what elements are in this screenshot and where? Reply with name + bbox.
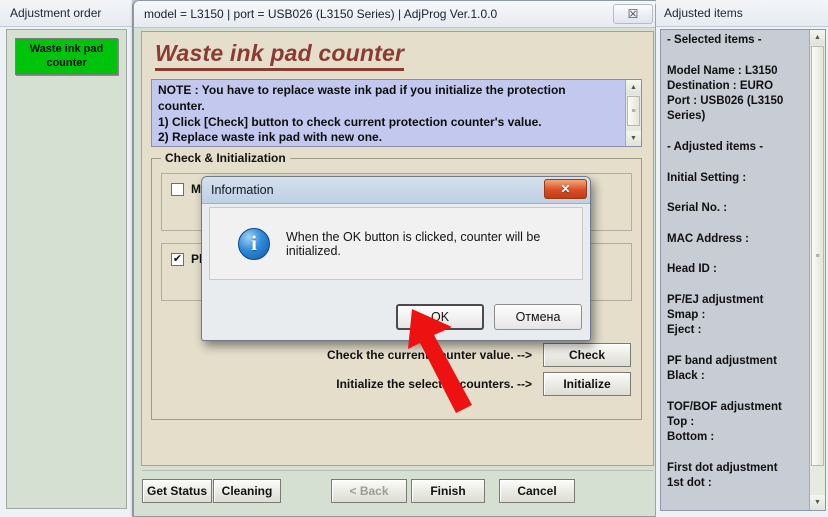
order-item-waste-ink-pad-counter[interactable]: Waste ink pad counter [15, 38, 118, 75]
dialog-titlebar: Information ✕ [202, 177, 590, 204]
close-icon[interactable]: ☒ [613, 4, 653, 24]
check-action-row: Check the current counter value. --> Che… [327, 343, 631, 367]
adjusted-items-header: Adjusted items [656, 0, 828, 27]
adjusted-items-scrollbar[interactable]: ▲ ≡ ▼ [809, 30, 825, 510]
information-dialog: Information ✕ i When the OK button is cl… [201, 176, 591, 341]
initialize-action-label: Initialize the selected counters. --> [336, 377, 532, 391]
get-status-button[interactable]: Get Status [142, 479, 212, 503]
note-textbox[interactable]: NOTE : You have to replace waste ink pad… [151, 79, 642, 147]
scroll-down-icon[interactable]: ▼ [626, 131, 641, 146]
checkbox-platen-pad-counter[interactable]: ✔ [171, 252, 184, 266]
footer-button-bar: Get Status Cleaning < Back Finish Cancel [142, 475, 653, 507]
dialog-title: Information [211, 183, 274, 197]
note-text: NOTE : You have to replace waste ink pad… [158, 83, 566, 145]
adjustment-order-list: Waste ink pad counter [6, 29, 127, 509]
initialize-button[interactable]: Initialize [543, 372, 631, 396]
adjustment-order-header: Adjustment order [0, 0, 132, 27]
scroll-up-icon[interactable]: ▲ [626, 80, 641, 95]
check-action-label: Check the current counter value. --> [326, 348, 532, 362]
group-label: Check & Initialization [161, 151, 290, 165]
dialog-message: When the OK button is clicked, counter w… [286, 229, 541, 258]
adjusted-items-list[interactable]: - Selected items - Model Name : L3150 De… [660, 29, 826, 511]
page-title: Waste ink pad counter [155, 40, 405, 71]
scroll-down-icon[interactable]: ▼ [810, 495, 825, 510]
dialog-ok-button[interactable]: OK [396, 304, 484, 330]
scroll-thumb[interactable]: ≡ [627, 96, 640, 126]
note-scrollbar[interactable]: ▲ ≡ ▼ [625, 80, 641, 146]
dialog-button-row: OK Отмена [396, 304, 582, 330]
main-window-title: model = L3150 | port = USB026 (L3150 Ser… [144, 7, 498, 21]
checkbox-main-pad-counter[interactable] [171, 182, 184, 196]
initialize-action-row: Initialize the selected counters. --> In… [336, 372, 631, 396]
adjusted-items-text: - Selected items - Model Name : L3150 De… [667, 34, 784, 490]
cancel-button[interactable]: Cancel [499, 479, 575, 503]
dialog-cancel-button[interactable]: Отмена [494, 304, 582, 330]
close-icon[interactable]: ✕ [544, 179, 587, 199]
cleaning-button[interactable]: Cleaning [213, 479, 281, 503]
info-icon: i [238, 227, 270, 260]
scroll-thumb[interactable]: ≡ [811, 46, 824, 466]
main-window-titlebar: model = L3150 | port = USB026 (L3150 Ser… [134, 1, 659, 28]
footer-divider [142, 470, 653, 471]
back-button: < Back [331, 479, 407, 503]
adjusted-items-panel: Adjusted items - Selected items - Model … [655, 0, 828, 517]
finish-button[interactable]: Finish [411, 479, 485, 503]
app-window: Adjustment order Waste ink pad counter m… [0, 0, 828, 517]
adjustment-order-panel: Adjustment order Waste ink pad counter [0, 0, 133, 517]
scroll-up-icon[interactable]: ▲ [810, 30, 825, 45]
dialog-content: i When the OK button is clicked, counter… [209, 207, 583, 280]
check-button[interactable]: Check [543, 343, 631, 367]
